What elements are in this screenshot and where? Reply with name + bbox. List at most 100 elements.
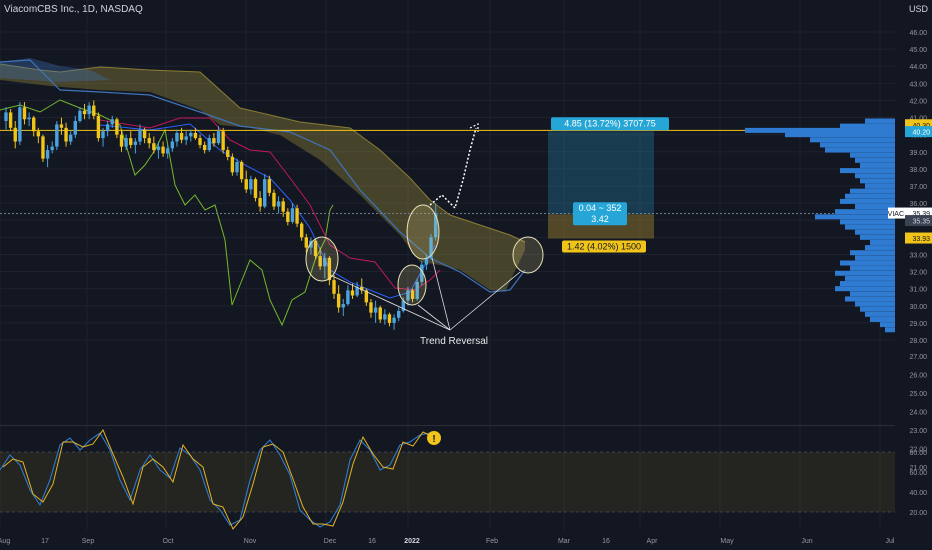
candle-body [73, 120, 77, 135]
candle-body [299, 223, 304, 238]
candle-body [92, 105, 96, 116]
candle-body [272, 192, 276, 207]
candle-body [147, 138, 151, 144]
volume-profile-bar [785, 132, 895, 138]
price-axis[interactable]: 28.0029.0030.0031.0032.0033.0034.0035.00… [895, 0, 932, 550]
price-tick: 45.00 [909, 47, 927, 54]
level-label-b: 40.20 [912, 130, 930, 137]
volume-profile-bar [845, 224, 895, 230]
candle-body [373, 307, 378, 313]
candle-body [45, 150, 50, 159]
candle-body [189, 132, 193, 137]
volume-profile-bar [870, 316, 895, 322]
candle-body [119, 134, 124, 147]
candle-body [369, 302, 373, 313]
candle-body [64, 127, 68, 142]
time-tick: Nov [244, 538, 257, 545]
price-tick: 32.00 [909, 270, 927, 277]
panes [0, 425, 895, 426]
volume-profile-bar [840, 219, 895, 225]
candle-body [129, 138, 133, 145]
candle-body [59, 124, 64, 128]
volume-profile-bar [865, 311, 895, 317]
volume-profile-bar [860, 234, 895, 240]
stop-level-label: 33.93 [912, 236, 930, 243]
center-label-line2: 3.42 [591, 214, 609, 224]
volume-profile-bar [745, 127, 895, 133]
volume-profile-bar [855, 173, 895, 179]
osc-tick: 60.00 [909, 470, 927, 477]
volume-profile-bar [860, 178, 895, 184]
volume-profile-bar [850, 250, 895, 256]
volume-profile-bar [835, 270, 895, 276]
price-tick: 29.00 [909, 321, 927, 328]
time-axis[interactable]: Aug 17 Sep Oct Nov Dec 16 2022 Feb Mar 16 Apr May Jun… [0, 532, 895, 550]
volume-profile-bar [840, 198, 895, 204]
long-position-tool[interactable]: 4.85 (13.72%) 3707.75 0.04 ~ 3523.42 1.42 … [548, 117, 669, 253]
candle-body [221, 131, 225, 151]
candle-body [175, 132, 179, 142]
candle-body [212, 138, 216, 144]
volume-profile-bar [815, 214, 895, 220]
candle-body [124, 138, 128, 147]
candle-body [156, 146, 161, 151]
volume-profile-bar [885, 327, 895, 333]
volume-profile-bar [855, 255, 895, 261]
osc-tick: 80.00 [909, 450, 927, 457]
time-tick: Mar [558, 538, 571, 545]
time-tick: 16 [602, 538, 610, 545]
time-tick: 16 [368, 538, 376, 545]
candle-body [184, 136, 188, 140]
highlight-circle [512, 236, 544, 274]
price-tick: 33.00 [909, 252, 927, 259]
volume-profile-bar [825, 147, 895, 153]
candle-body [253, 179, 258, 198]
target-label: 4.85 (13.72%) 3707.75 [564, 119, 656, 129]
price-tick: 30.00 [909, 304, 927, 311]
highlight-circle [397, 264, 427, 306]
candle-body [226, 150, 230, 157]
callout-line [431, 257, 451, 331]
candle-body [267, 179, 272, 193]
entry-level-label: 35.35 [912, 219, 930, 226]
time-tick: May [720, 538, 734, 545]
price-tick: 37.00 [909, 184, 927, 191]
symbol-label: VIAC [888, 211, 904, 218]
chart-title: ViacomCBS Inc., 1D, NASDAQ [4, 4, 143, 15]
candle-body [152, 143, 156, 151]
candle-body [27, 117, 31, 120]
volume-profile-bar [880, 322, 895, 328]
price-tick: 26.00 [909, 373, 927, 380]
candle-body [202, 144, 207, 151]
time-tick: Feb [486, 538, 498, 545]
candle-body [22, 107, 27, 120]
osc-tick: 40.00 [909, 490, 927, 497]
volume-profile-bar [840, 260, 895, 266]
candle-body [82, 110, 87, 115]
candle-body [179, 132, 184, 140]
osc-tick: 20.00 [909, 510, 927, 517]
time-tick: Jul [886, 538, 895, 545]
time-tick: Sep [82, 538, 95, 545]
price-tick: 31.00 [909, 287, 927, 294]
volume-profile-bar [820, 142, 895, 148]
candle-body [290, 208, 295, 222]
price-tick: 39.00 [909, 150, 927, 157]
volume-profile-bar [840, 123, 895, 129]
volume-profile-bar [850, 152, 895, 158]
price-tick: 43.00 [909, 81, 927, 88]
volume-profile-bar [840, 281, 895, 287]
candle-body [36, 131, 41, 137]
center-label-line1: 0.04 ~ 352 [579, 203, 622, 213]
candle-body [263, 179, 267, 207]
candle-body [336, 293, 341, 308]
candle-body [142, 129, 147, 139]
volume-profile-bar [865, 183, 895, 189]
candle-body [249, 179, 253, 190]
price-tick: 44.00 [909, 64, 927, 71]
price-chart[interactable]: 4.85 (13.72%) 3707.75 0.04 ~ 3523.42 1.42 … [0, 0, 932, 550]
candle-body [378, 307, 382, 320]
candle-body [50, 146, 54, 151]
volume-profile-bar [810, 137, 895, 143]
time-tick: Oct [163, 538, 174, 545]
